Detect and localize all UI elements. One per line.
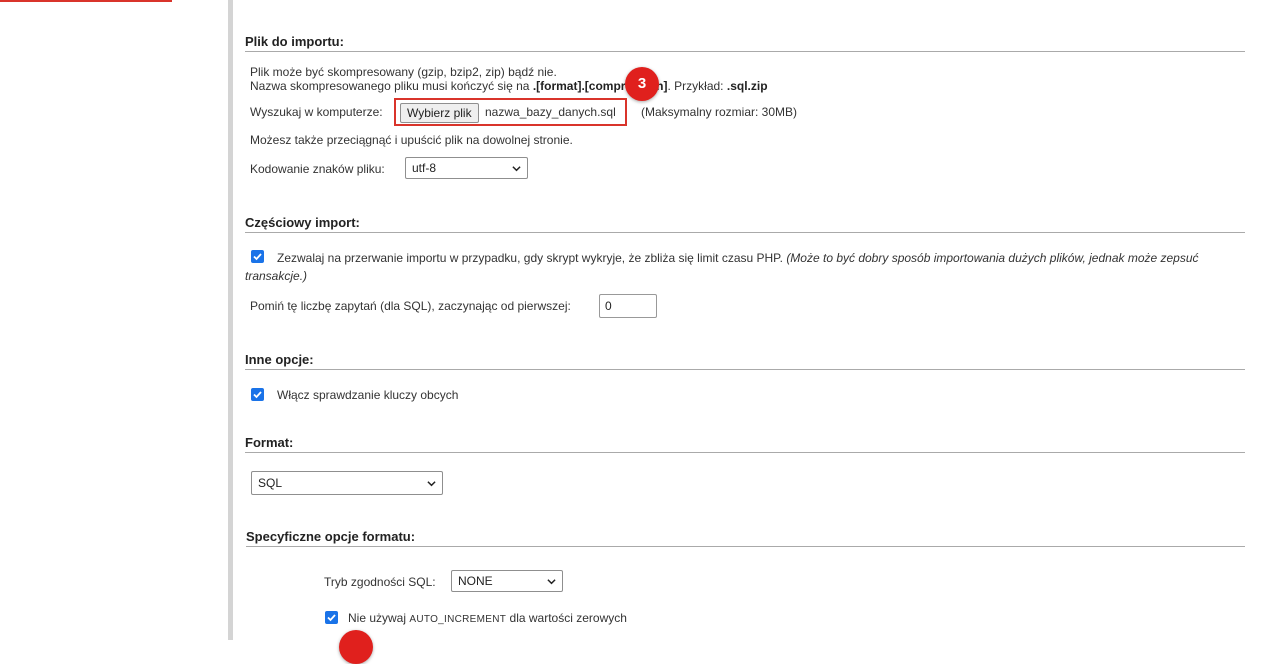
- compressed-name-info: Nazwa skompresowanego pliku musi kończyć…: [250, 79, 768, 93]
- import-form: Plik do importu: Plik może być skompreso…: [233, 0, 1280, 664]
- auto-increment-prefix: Nie używaj: [348, 611, 407, 625]
- highlight-box: [0, 0, 172, 2]
- browse-label: Wyszukaj w komputerze:: [250, 105, 383, 119]
- selected-file-name: nazwa_bazy_danych.sql: [485, 105, 616, 119]
- sql-compat-value: NONE: [458, 574, 493, 588]
- interrupt-import-label: Zezwalaj na przerwanie importu w przypad…: [277, 251, 1199, 265]
- file-picker-highlight: Wybierz plik nazwa_bazy_danych.sql: [394, 98, 627, 126]
- encoding-select[interactable]: utf-8: [405, 157, 528, 179]
- chevron-down-icon: [512, 166, 521, 172]
- compressed-name-prefix: Nazwa skompresowanego pliku musi kończyć…: [250, 79, 530, 93]
- encoding-label: Kodowanie znaków pliku:: [250, 162, 385, 176]
- section-title-format: Format:: [245, 435, 1245, 453]
- auto-increment-keyword: AUTO_INCREMENT: [409, 614, 507, 625]
- step-badge-partial: [339, 630, 373, 664]
- skip-queries-input[interactable]: 0: [599, 294, 657, 318]
- format-select[interactable]: SQL: [251, 471, 443, 495]
- compression-info: Plik może być skompresowany (gzip, bzip2…: [250, 65, 557, 79]
- sql-compat-label: Tryb zgodności SQL:: [324, 575, 436, 589]
- section-title-format-specific: Specyficzne opcje formatu:: [246, 529, 1245, 547]
- choose-file-button[interactable]: Wybierz plik: [400, 103, 479, 123]
- skip-queries-value: 0: [605, 299, 612, 313]
- step-badge-3: 3: [625, 67, 659, 101]
- auto-increment-suffix: dla wartości zerowych: [509, 611, 627, 625]
- auto-increment-checkbox[interactable]: [325, 611, 338, 624]
- interrupt-import-note: (Może to być dobry sposób importowania d…: [786, 251, 1199, 265]
- checkmark-icon: [253, 253, 262, 261]
- drag-drop-hint: Możesz także przeciągnąć i upuścić plik …: [250, 133, 573, 147]
- foreign-keys-checkbox[interactable]: [251, 388, 264, 401]
- chevron-down-icon: [427, 481, 436, 487]
- interrupt-import-text: Zezwalaj na przerwanie importu w przypad…: [277, 251, 783, 265]
- navigation-panel: [0, 0, 228, 640]
- section-title-other-options: Inne opcje:: [245, 352, 1245, 370]
- interrupt-import-checkbox[interactable]: [251, 250, 264, 263]
- section-title-partial-import: Częściowy import:: [245, 215, 1245, 233]
- compressed-name-example: .sql.zip: [726, 79, 768, 93]
- encoding-value: utf-8: [412, 161, 437, 175]
- skip-queries-label: Pomiń tę liczbę zapytań (dla SQL), zaczy…: [250, 299, 571, 313]
- max-size-info: (Maksymalny rozmiar: 30MB): [641, 105, 798, 119]
- checkmark-icon: [253, 391, 262, 399]
- checkmark-icon: [327, 614, 336, 622]
- foreign-keys-label: Włącz sprawdzanie kluczy obcych: [277, 388, 459, 402]
- compressed-name-example-label: . Przykład:: [667, 79, 724, 93]
- section-title-import-file: Plik do importu:: [245, 34, 1245, 52]
- interrupt-import-note-cont: transakcje.): [245, 269, 308, 283]
- auto-increment-label: Nie używaj AUTO_INCREMENT dla wartości z…: [348, 611, 627, 625]
- format-value: SQL: [258, 476, 283, 490]
- sql-compat-select[interactable]: NONE: [451, 570, 563, 592]
- chevron-down-icon: [547, 579, 556, 585]
